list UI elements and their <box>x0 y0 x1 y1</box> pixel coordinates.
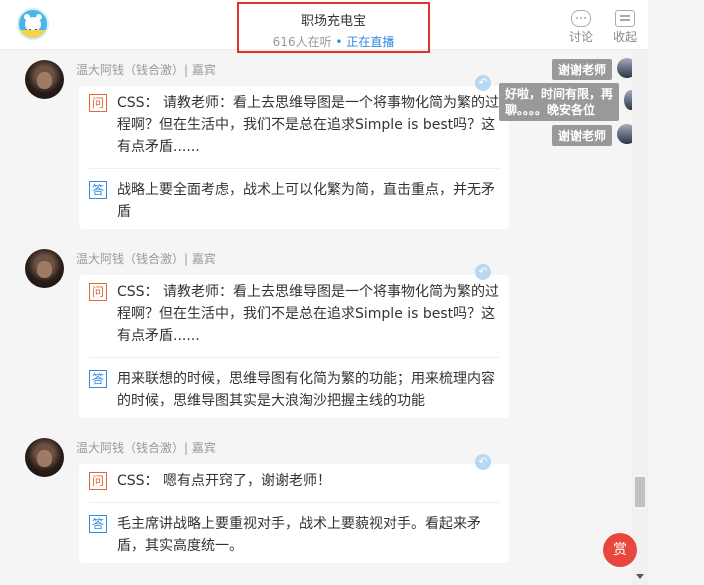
divider <box>89 357 499 358</box>
scrollbar-thumb[interactable] <box>635 477 645 507</box>
live-status: 616人在听 • 正在直播 <box>239 33 428 50</box>
answer-tag: 答 <box>89 515 107 533</box>
question-tag: 问 <box>89 283 107 301</box>
page-title: 职场充电宝 <box>300 14 366 29</box>
reward-button[interactable]: 赏 <box>603 533 637 567</box>
answer-tag: 答 <box>89 370 107 388</box>
status-dot: • <box>335 35 343 49</box>
question-tag: 问 <box>89 472 107 490</box>
qa-card: 问 CSS： 请教老师：看上去思维导图是一个将事物化简为繁的过程啊？但在生活中，… <box>79 86 509 229</box>
share-icon[interactable]: ↶ <box>475 454 491 470</box>
message-author: 温大阿钱（钱合激）| 嘉宾 <box>76 63 216 77</box>
question-row: 问 CSS： 请教老师：看上去思维导图是一个将事物化简为繁的过程啊？但在生活中，… <box>89 281 499 347</box>
message-author: 温大阿钱（钱合激）| 嘉宾 <box>76 441 216 455</box>
collapse-button[interactable]: 收起 <box>610 10 640 45</box>
answer-row: 答 战略上要全面考虑，战术上可以化繁为简，直击重点，并无矛盾 <box>89 179 499 223</box>
answer-tag: 答 <box>89 181 107 199</box>
discuss-button[interactable]: 讨论 <box>566 10 596 45</box>
discuss-label: 讨论 <box>568 30 593 44</box>
avatar[interactable] <box>25 438 64 477</box>
share-icon[interactable]: ↶ <box>475 75 491 91</box>
message-author: 温大阿钱（钱合激）| 嘉宾 <box>76 252 216 266</box>
answer-text: 用来联想的时候，思维导图有化简为繁的功能；用来梳理内容的时候，思维导图其实是大浪… <box>117 371 495 409</box>
live-title-box: 职场充电宝 616人在听 • 正在直播 <box>237 2 430 53</box>
answer-row: 答 毛主席讲战略上要重视对手，战术上要藐视对手。看起来矛盾，其实高度统一。 <box>89 513 499 557</box>
scrollbar[interactable] <box>632 50 648 585</box>
question-text: CSS： 请教老师：看上去思维导图是一个将事物化简为繁的过程啊？但在生活中，我们… <box>117 95 499 155</box>
avatar[interactable] <box>25 249 64 288</box>
answer-text: 战略上要全面考虑，战术上可以化繁为简，直击重点，并无矛盾 <box>117 182 495 220</box>
question-row: 问 CSS： 请教老师：看上去思维导图是一个将事物化简为繁的过程啊？但在生活中，… <box>89 92 499 158</box>
chat-icon <box>571 10 591 27</box>
qa-card: 问 CSS： 嗯有点开窍了，谢谢老师！ 答 毛主席讲战略上要重视对手，战术上要藐… <box>79 464 509 563</box>
live-status-label: 正在直播 <box>346 35 395 49</box>
chat-bubble: 谢谢老师 <box>552 125 613 146</box>
top-bar: 职场充电宝 616人在听 • 正在直播 讨论 收起 <box>0 0 648 53</box>
share-icon[interactable]: ↶ <box>475 264 491 280</box>
chat-bubble: 谢谢老师 <box>552 59 613 80</box>
answer-text: 毛主席讲战略上要重视对手，战术上要藐视对手。看起来矛盾，其实高度统一。 <box>117 516 481 554</box>
app-logo-icon[interactable] <box>17 8 49 40</box>
question-text: CSS： 请教老师：看上去思维导图是一个将事物化简为繁的过程啊？但在生活中，我们… <box>117 284 499 344</box>
avatar[interactable] <box>25 60 64 99</box>
chat-bubble: 好啦，时间有限，再聊。。。。晚安各位 <box>499 83 619 121</box>
question-row: 问 CSS： 嗯有点开窍了，谢谢老师！ <box>89 470 499 492</box>
scroll-down-icon[interactable] <box>636 574 644 579</box>
qa-card: 问 CSS： 请教老师：看上去思维导图是一个将事物化简为繁的过程啊？但在生活中，… <box>79 275 509 418</box>
question-text: CSS： 嗯有点开窍了，谢谢老师！ <box>117 473 331 489</box>
doc-icon <box>615 10 635 27</box>
divider <box>89 502 499 503</box>
listener-count: 616人在听 <box>272 35 332 49</box>
answer-row: 答 用来联想的时候，思维导图有化简为繁的功能；用来梳理内容的时候，思维导图其实是… <box>89 368 499 412</box>
question-tag: 问 <box>89 94 107 112</box>
divider <box>89 168 499 169</box>
collapse-label: 收起 <box>612 30 637 44</box>
